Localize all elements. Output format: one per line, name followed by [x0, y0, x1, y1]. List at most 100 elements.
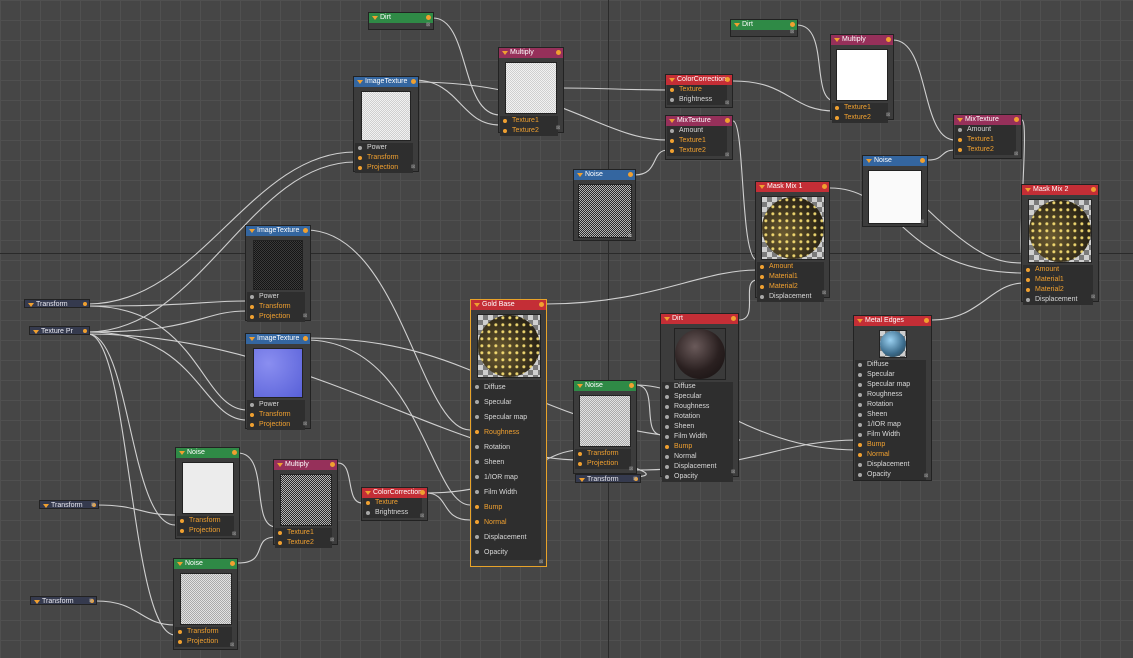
node-header[interactable]: Noise: [174, 559, 237, 569]
input-port[interactable]: Amount: [955, 125, 1016, 135]
input-port[interactable]: Roughness: [662, 402, 733, 412]
input-port[interactable]: Normal: [855, 450, 926, 460]
output-pin[interactable]: [725, 118, 730, 123]
node-header[interactable]: MixTexture: [954, 115, 1021, 125]
input-port[interactable]: Texture1: [955, 135, 1016, 145]
resize-handle[interactable]: ⊠: [303, 314, 309, 319]
input-port[interactable]: Texture: [667, 85, 727, 95]
output-pin[interactable]: [725, 77, 730, 82]
input-port[interactable]: Material1: [1023, 275, 1093, 285]
input-port[interactable]: Power: [247, 292, 305, 302]
noise-node[interactable]: Noise Transform Projection ⊠: [175, 447, 240, 539]
input-port[interactable]: Specular map: [472, 410, 541, 425]
input-port[interactable]: Rotation: [662, 412, 733, 422]
input-port[interactable]: Bump: [855, 440, 926, 450]
input-port[interactable]: Displacement: [1023, 295, 1093, 305]
input-port[interactable]: Diffuse: [472, 380, 541, 395]
resize-handle[interactable]: ⊠: [886, 113, 892, 118]
resize-handle[interactable]: ⊠: [629, 467, 635, 472]
input-port[interactable]: Texture1: [275, 528, 332, 538]
output-pin[interactable]: [924, 318, 929, 323]
input-port[interactable]: Amount: [1023, 265, 1093, 275]
input-port[interactable]: Texture2: [667, 146, 727, 156]
node-header[interactable]: MixTexture: [666, 116, 732, 126]
transform-node[interactable]: Transform: [24, 299, 90, 308]
multiply-node[interactable]: Multiply Texture1 Texture2 ⊠: [273, 459, 338, 548]
output-pin[interactable]: [628, 172, 633, 177]
resize-handle[interactable]: ⊠: [1014, 152, 1020, 157]
node-header[interactable]: ColorCorrection: [666, 75, 732, 85]
output-pin[interactable]: [1014, 117, 1019, 122]
output-pin[interactable]: [629, 383, 634, 388]
node-header[interactable]: Noise: [574, 381, 636, 391]
output-pin[interactable]: [303, 336, 308, 341]
input-port[interactable]: 1/IOR map: [472, 470, 541, 485]
input-port[interactable]: Displacement: [472, 530, 541, 545]
noise-node[interactable]: Noise ⊠: [862, 155, 928, 227]
node-header[interactable]: Multiply: [831, 35, 893, 45]
input-port[interactable]: 1/IOR map: [855, 420, 926, 430]
mix-texture-node[interactable]: MixTexture Amount Texture1 Texture2 ⊠: [953, 114, 1022, 159]
input-port[interactable]: Material2: [1023, 285, 1093, 295]
node-header[interactable]: Mask Mix 2: [1022, 185, 1098, 195]
input-port[interactable]: Brightness: [667, 95, 727, 105]
input-port[interactable]: Sheen: [855, 410, 926, 420]
input-port[interactable]: Texture1: [832, 103, 888, 113]
input-port[interactable]: Texture2: [275, 538, 332, 548]
output-pin[interactable]: [426, 15, 431, 20]
input-port[interactable]: Film Width: [662, 432, 733, 442]
output-pin[interactable]: [411, 79, 416, 84]
input-port[interactable]: Material1: [757, 272, 824, 282]
input-port[interactable]: Texture1: [667, 136, 727, 146]
input-port[interactable]: Texture1: [500, 116, 558, 126]
input-port[interactable]: Projection: [175, 637, 232, 647]
noise-node[interactable]: Noise Transform Projection ⊠: [573, 380, 637, 474]
input-port[interactable]: Projection: [177, 526, 234, 536]
input-port[interactable]: Sheen: [472, 455, 541, 470]
mask-mix-node[interactable]: Mask Mix 1 Amount Material1 Material2 Di…: [755, 181, 830, 302]
resize-handle[interactable]: ⊠: [633, 477, 639, 482]
mix-texture-node[interactable]: MixTexture Amount Texture1 Texture2 ⊠: [665, 115, 733, 160]
input-port[interactable]: Texture: [363, 498, 422, 508]
input-port[interactable]: Opacity: [472, 545, 541, 560]
input-port[interactable]: Transform: [177, 516, 234, 526]
node-header[interactable]: Noise: [176, 448, 239, 458]
resize-handle[interactable]: ⊠: [731, 470, 737, 475]
node-header[interactable]: ImageTexture: [246, 226, 310, 236]
input-port[interactable]: Diffuse: [855, 360, 926, 370]
image-texture-node[interactable]: ImageTexture Power Transform Projection …: [245, 225, 311, 322]
noise-node[interactable]: Noise Transform Projection ⊠: [173, 558, 238, 650]
resize-handle[interactable]: ⊠: [725, 153, 731, 158]
input-port[interactable]: Rotation: [855, 400, 926, 410]
node-header[interactable]: Noise: [574, 170, 635, 180]
output-pin[interactable]: [539, 302, 544, 307]
input-port[interactable]: Specular map: [855, 380, 926, 390]
color-correction-node[interactable]: ColorCorrection Texture Brightness ⊠: [665, 74, 733, 108]
output-pin[interactable]: [790, 22, 795, 27]
output-pin[interactable]: [886, 37, 891, 42]
input-port[interactable]: Projection: [355, 163, 413, 173]
resize-handle[interactable]: ⊠: [1091, 295, 1097, 300]
metal-edges-material-node[interactable]: Metal Edges Diffuse Specular Specular ma…: [853, 315, 932, 481]
output-pin[interactable]: [920, 158, 925, 163]
resize-handle[interactable]: ⊠: [822, 291, 828, 296]
resize-handle[interactable]: ⊠: [426, 23, 432, 28]
input-port[interactable]: Bump: [662, 442, 733, 452]
input-port[interactable]: Displacement: [662, 462, 733, 472]
texture-projection-node[interactable]: Texture Pr: [29, 326, 90, 335]
transform-node[interactable]: Transform ⊠: [575, 474, 641, 483]
resize-handle[interactable]: ⊠: [420, 514, 426, 519]
node-header[interactable]: Dirt: [369, 13, 433, 23]
output-pin[interactable]: [822, 184, 827, 189]
input-port[interactable]: Diffuse: [662, 382, 733, 392]
output-pin[interactable]: [230, 561, 235, 566]
input-port[interactable]: Specular: [855, 370, 926, 380]
resize-handle[interactable]: ⊠: [924, 474, 930, 479]
output-pin[interactable]: [731, 316, 736, 321]
resize-handle[interactable]: ⊠: [725, 101, 731, 106]
input-port[interactable]: Sheen: [662, 422, 733, 432]
gold-base-material-node[interactable]: Gold Base Diffuse Specular Specular map …: [470, 299, 547, 567]
color-correction-node[interactable]: ColorCorrection Texture Brightness ⊠: [361, 487, 428, 521]
output-pin[interactable]: [1091, 187, 1096, 192]
resize-handle[interactable]: ⊠: [411, 165, 417, 170]
